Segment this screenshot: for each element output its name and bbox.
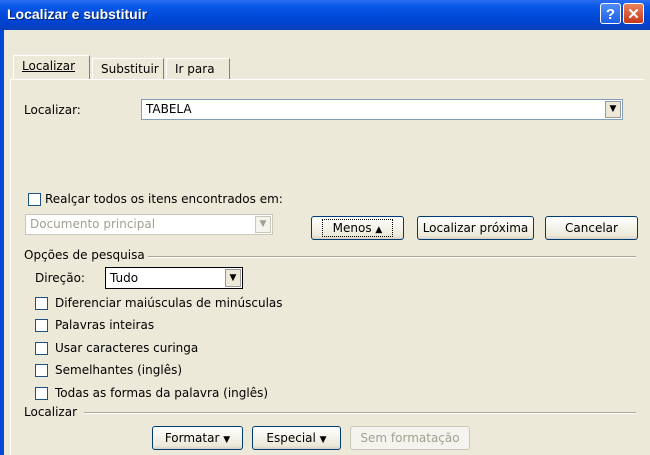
no-format-button: Sem formatação (350, 426, 470, 450)
find-section-heading: Localizar (24, 405, 78, 419)
tab-substituir-label: Substituir (101, 62, 159, 76)
find-label: Localizar: (24, 103, 81, 117)
direction-label: Direção: (35, 271, 85, 285)
divider (148, 256, 636, 258)
chevron-down-icon: ▼ (319, 435, 327, 445)
tab-substituir[interactable]: Substituir (92, 58, 164, 79)
window-frame (0, 30, 4, 455)
highlight-label: Realçar todos os itens encontrados em: (45, 192, 283, 206)
tab-localizar[interactable]: Localizar (13, 55, 90, 79)
match-case-label: Diferenciar maiúsculas de minúsculas (55, 296, 283, 310)
direction-select[interactable]: Tudo ▼ (105, 267, 243, 289)
wildcards-checkbox[interactable] (35, 342, 48, 355)
whole-words-label: Palavras inteiras (55, 318, 155, 332)
find-input-value: TABELA (146, 102, 192, 116)
less-button-label: Menos (332, 221, 372, 235)
window-title: Localizar e substituir (7, 6, 148, 22)
tab-ir-para[interactable]: Ir para (166, 58, 230, 79)
word-forms-checkbox[interactable] (35, 387, 48, 400)
format-button-label: Formatar (164, 431, 220, 445)
sounds-like-checkbox[interactable] (35, 364, 48, 377)
chevron-down-icon: ▼ (223, 435, 231, 445)
find-input[interactable]: TABELA ▼ (141, 99, 623, 120)
highlight-checkbox[interactable] (28, 193, 41, 206)
tab-localizar-label: Localizar (22, 59, 76, 73)
tab-ir-para-label: Ir para (175, 62, 215, 76)
less-button-focus: Menos ▲ (321, 219, 394, 237)
divider (84, 412, 636, 414)
word-forms-label: Todas as formas da palavra (inglês) (55, 386, 269, 400)
help-icon[interactable]: ? (600, 3, 621, 24)
special-button-label: Especial (266, 431, 316, 445)
chevron-down-icon[interactable]: ▼ (225, 269, 241, 287)
direction-select-value: Tudo (110, 271, 139, 285)
wildcards-label: Usar caracteres curinga (55, 341, 199, 355)
title-bar[interactable]: Localizar e substituir ? ✕ (0, 0, 650, 30)
sounds-like-label: Semelhantes (inglês) (55, 363, 183, 377)
match-case-checkbox[interactable] (35, 297, 48, 310)
whole-words-checkbox[interactable] (35, 319, 48, 332)
chevron-up-icon: ▲ (375, 225, 383, 235)
find-next-button[interactable]: Localizar próxima (417, 216, 534, 240)
chevron-down-icon: ▼ (255, 216, 271, 233)
scope-select-value: Documento principal (30, 217, 156, 231)
close-icon[interactable]: ✕ (623, 3, 644, 24)
cancel-button[interactable]: Cancelar (545, 216, 638, 240)
special-button[interactable]: Especial ▼ (252, 426, 341, 450)
chevron-down-icon[interactable]: ▼ (605, 101, 621, 118)
find-replace-dialog: Localizar e substituir ? ✕ Localizar Sub… (0, 0, 650, 455)
scope-select: Documento principal ▼ (25, 214, 273, 235)
search-options-heading: Opções de pesquisa (24, 248, 145, 262)
format-button[interactable]: Formatar ▼ (152, 426, 243, 450)
less-button[interactable]: Menos ▲ (311, 216, 404, 240)
